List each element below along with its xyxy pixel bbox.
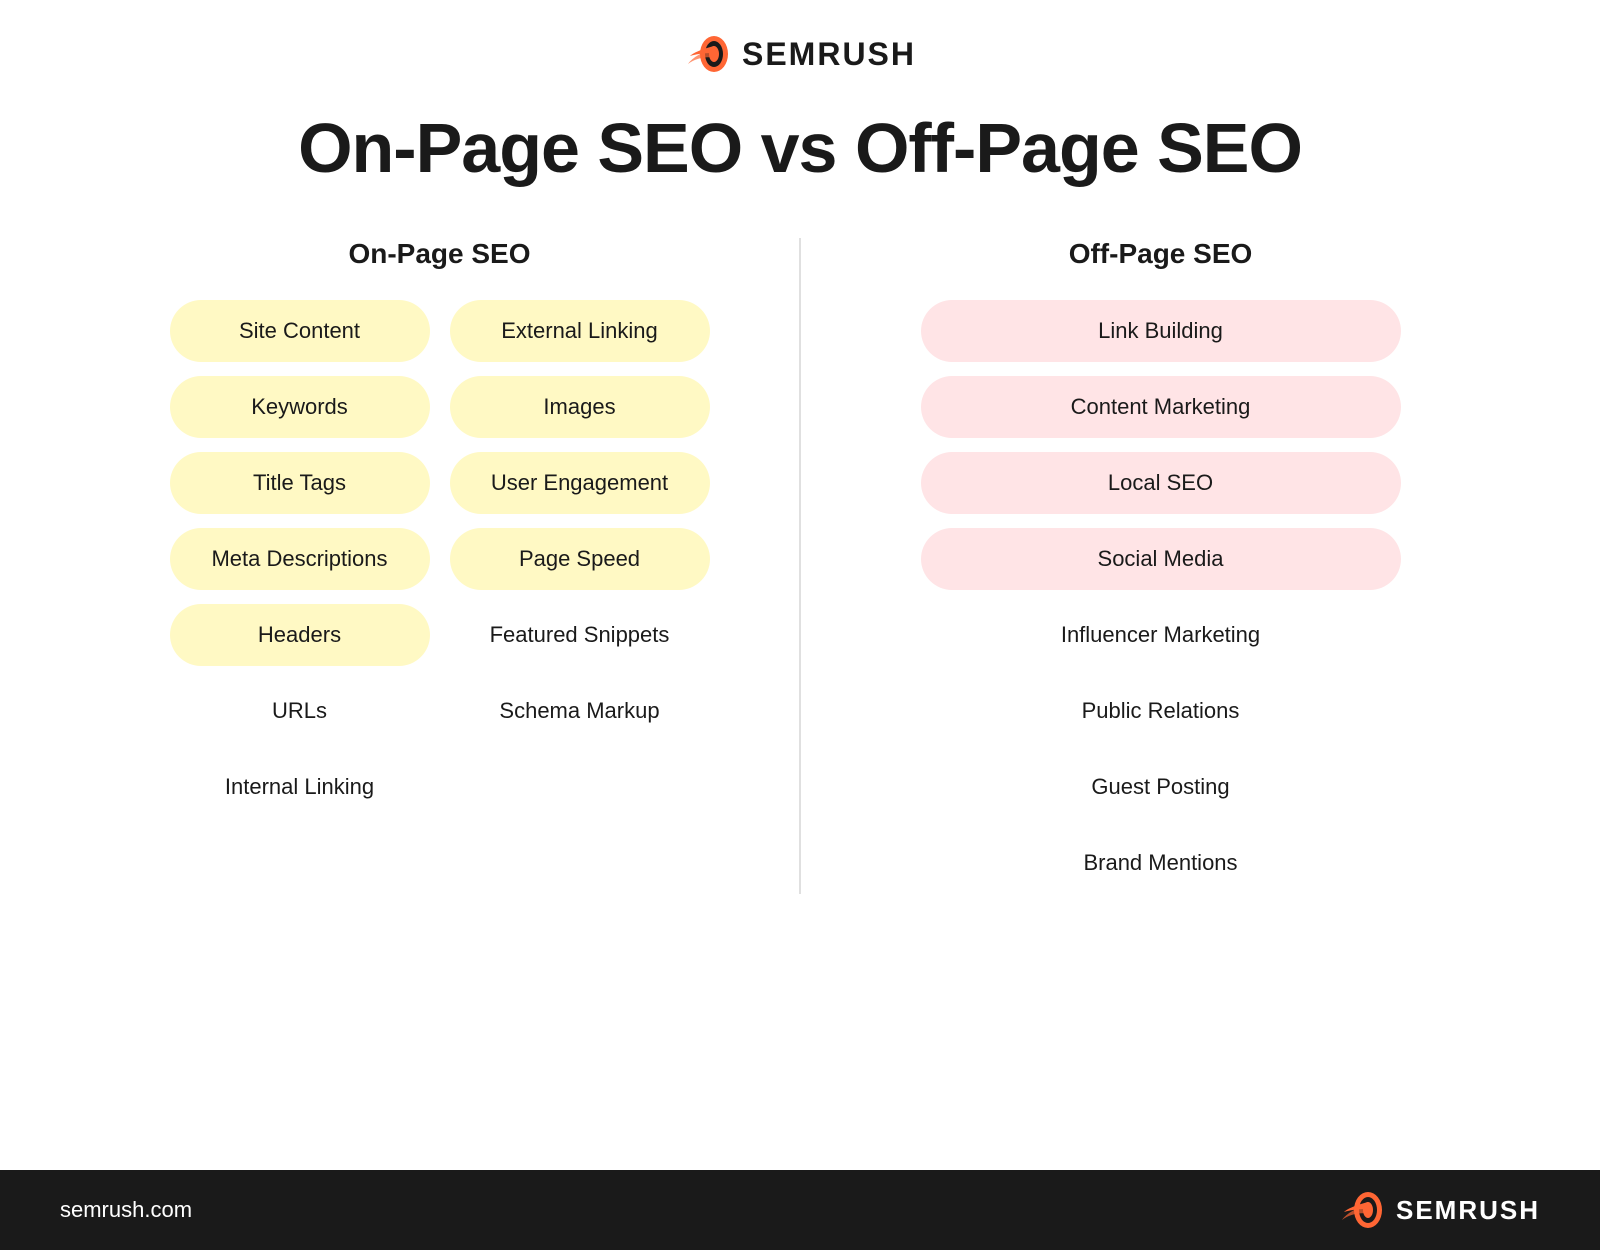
- semrush-logo-icon: [684, 30, 732, 78]
- pill-external-linking: External Linking: [450, 300, 710, 362]
- column-divider: [799, 238, 801, 894]
- logo-header: SEMRUSH: [684, 30, 916, 78]
- page-title: On-Page SEO vs Off-Page SEO: [298, 108, 1302, 188]
- pill-link-building: Link Building: [921, 300, 1401, 362]
- pill-public-relations: Public Relations: [921, 680, 1401, 742]
- logo-text: SEMRUSH: [742, 36, 916, 73]
- pill-images: Images: [450, 376, 710, 438]
- pill-internal-linking: Internal Linking: [170, 756, 430, 818]
- pill-featured-snippets: Featured Snippets: [450, 604, 710, 666]
- footer-logo: SEMRUSH: [1338, 1186, 1540, 1234]
- offpage-column-title: Off-Page SEO: [1069, 238, 1253, 270]
- onpage-column-title: On-Page SEO: [348, 238, 530, 270]
- pill-guest-posting: Guest Posting: [921, 756, 1401, 818]
- pill-brand-mentions: Brand Mentions: [921, 832, 1401, 894]
- onpage-grid: Site Content Keywords Title Tags Meta De…: [100, 300, 779, 818]
- offpage-items: Link Building Content Marketing Local SE…: [821, 300, 1500, 894]
- pill-urls: URLs: [170, 680, 430, 742]
- onpage-column: On-Page SEO Site Content Keywords Title …: [100, 238, 779, 894]
- pill-schema-markup: Schema Markup: [450, 680, 710, 742]
- footer-logo-text: SEMRUSH: [1396, 1195, 1540, 1226]
- pill-meta-descriptions: Meta Descriptions: [170, 528, 430, 590]
- pill-user-engagement: User Engagement: [450, 452, 710, 514]
- pill-social-media: Social Media: [921, 528, 1401, 590]
- pill-keywords: Keywords: [170, 376, 430, 438]
- pill-site-content: Site Content: [170, 300, 430, 362]
- onpage-subcol-1: Site Content Keywords Title Tags Meta De…: [170, 300, 430, 818]
- pill-headers: Headers: [170, 604, 430, 666]
- pill-local-seo: Local SEO: [921, 452, 1401, 514]
- onpage-subcol-2: External Linking Images User Engagement …: [450, 300, 710, 818]
- pill-content-marketing: Content Marketing: [921, 376, 1401, 438]
- pill-influencer-marketing: Influencer Marketing: [921, 604, 1401, 666]
- footer-semrush-icon: [1338, 1186, 1386, 1234]
- offpage-column: Off-Page SEO Link Building Content Marke…: [821, 238, 1500, 894]
- footer-url: semrush.com: [60, 1197, 192, 1223]
- pill-title-tags: Title Tags: [170, 452, 430, 514]
- footer: semrush.com SEMRUSH: [0, 1170, 1600, 1250]
- pill-page-speed: Page Speed: [450, 528, 710, 590]
